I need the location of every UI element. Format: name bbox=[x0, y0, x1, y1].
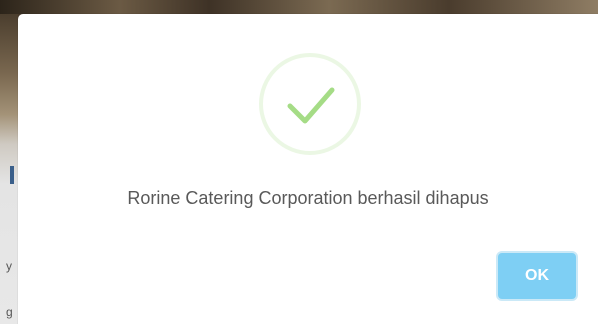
dialog-message: Rorine Catering Corporation berhasil dih… bbox=[127, 188, 489, 208]
background-page-edge: y g bbox=[0, 14, 18, 324]
background-text-fragment: y bbox=[6, 259, 12, 273]
success-check-icon bbox=[259, 53, 361, 155]
success-dialog: Rorine Catering Corporation berhasil dih… bbox=[18, 14, 598, 324]
background-accent-mark bbox=[10, 166, 14, 184]
background-text-fragment: g bbox=[6, 305, 13, 319]
ok-button[interactable]: OK bbox=[496, 251, 578, 301]
